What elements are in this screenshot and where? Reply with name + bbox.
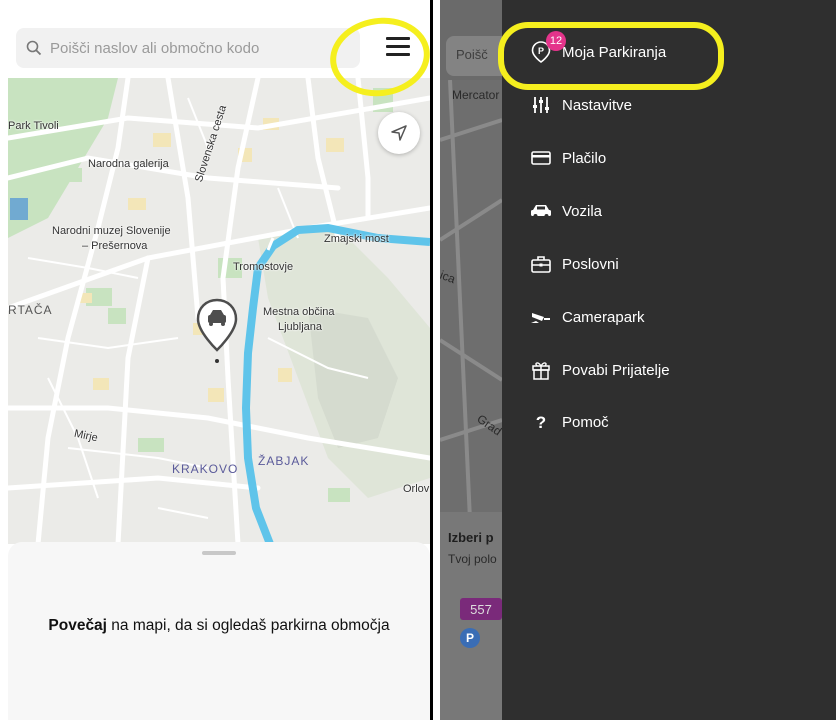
menu-label-povabi-prijatelje: Povabi Prijatelje bbox=[562, 361, 670, 379]
menu-label-camerapark: Camerapark bbox=[562, 308, 645, 326]
city-map[interactable]: Park Tivoli Narodna galerija Slovenska c… bbox=[8, 78, 430, 544]
menu-item-placilo[interactable]: Plačilo bbox=[530, 142, 606, 174]
sheet-drag-handle[interactable] bbox=[202, 551, 236, 555]
car-icon bbox=[530, 200, 552, 222]
background-zone-badge: 557 bbox=[460, 598, 502, 620]
svg-text:?: ? bbox=[536, 413, 546, 432]
background-parking-icon: P bbox=[460, 628, 480, 648]
menu-item-povabi-prijatelje[interactable]: Povabi Prijatelje bbox=[530, 354, 670, 386]
menu-item-pomoc[interactable]: ? Pomoč bbox=[530, 406, 609, 438]
camera-icon bbox=[530, 306, 552, 328]
background-p-letter: P bbox=[465, 631, 474, 645]
svg-text:P: P bbox=[538, 46, 544, 56]
briefcase-icon bbox=[530, 253, 552, 275]
map-label-tromostovje: Tromostovje bbox=[233, 261, 294, 273]
zoom-hint-text: Povečaj na mapi, da si ogledaš parkirna … bbox=[48, 616, 390, 636]
map-label-narodni-muzej: Narodni muzej Slovenije bbox=[52, 225, 171, 237]
menu-item-nastavitve[interactable]: Nastavitve bbox=[530, 89, 632, 121]
right-screen: Poišč Mercator ica Grad Izberi p Tvoj po… bbox=[440, 0, 836, 720]
help-icon: ? bbox=[530, 411, 552, 433]
side-menu-drawer[interactable]: P Moja Parkiranja Nastavitve Plačilo Voz… bbox=[498, 0, 836, 720]
locate-me-button[interactable] bbox=[378, 112, 420, 154]
search-icon bbox=[26, 40, 42, 56]
screen-divider bbox=[430, 0, 433, 720]
menu-label-placilo: Plačilo bbox=[562, 149, 607, 167]
menu-label-vozila: Vozila bbox=[562, 202, 603, 220]
menu-hamburger-icon[interactable] bbox=[386, 34, 412, 60]
map-label-narodna-galerija: Narodna galerija bbox=[88, 158, 169, 170]
zoom-hint-rest: na mapi, da si ogledaš parkirna območja bbox=[107, 617, 390, 634]
menu-item-poslovni[interactable]: Poslovni bbox=[530, 248, 619, 280]
menu-label-moja-parkiranja: Moja Parkiranja bbox=[562, 43, 667, 61]
background-map bbox=[440, 80, 502, 520]
notification-badge: 12 bbox=[546, 31, 566, 51]
left-screen: Park Tivoli Narodna galerija Slovenska c… bbox=[0, 0, 430, 720]
car-location-pin-icon[interactable] bbox=[196, 298, 238, 364]
gift-icon bbox=[530, 359, 552, 381]
credit-card-icon bbox=[530, 147, 552, 169]
menu-label-pomoc: Pomoč bbox=[562, 413, 609, 431]
background-search-text: Poišč bbox=[456, 47, 488, 62]
map-label-park-tivoli: Park Tivoli bbox=[8, 120, 59, 132]
map-label-zmajski-most: Zmajski most bbox=[324, 233, 389, 245]
navigation-arrow-icon bbox=[391, 125, 407, 141]
map-label-zabjak: ŽABJAK bbox=[258, 454, 310, 468]
bottom-sheet[interactable]: Povečaj na mapi, da si ogledaš parkirna … bbox=[8, 542, 430, 720]
background-zone-code: 557 bbox=[470, 601, 492, 617]
map-label-mestna-obcina: Mestna občina bbox=[263, 306, 335, 318]
menu-label-poslovni: Poslovni bbox=[562, 255, 619, 273]
background-izberi: Izberi p bbox=[448, 530, 494, 545]
map-label-krakovo: KRAKOVO bbox=[172, 462, 239, 476]
search-input[interactable] bbox=[48, 38, 352, 58]
background-label-mercator: Mercator bbox=[452, 88, 500, 102]
zoom-hint-bold: Povečaj bbox=[48, 617, 107, 634]
map-label-orlov: Orlov bbox=[403, 483, 430, 495]
map-label-presernova: – Prešernova bbox=[82, 240, 148, 252]
menu-item-vozila[interactable]: Vozila bbox=[530, 195, 602, 227]
settings-sliders-icon bbox=[530, 94, 552, 116]
search-bar[interactable] bbox=[16, 28, 360, 68]
map-label-ljubljana: Ljubljana bbox=[278, 321, 323, 333]
menu-item-camerapark[interactable]: Camerapark bbox=[530, 301, 645, 333]
map-label-rtaca: RTAČA bbox=[8, 303, 53, 317]
background-tvoj: Tvoj polo bbox=[448, 552, 497, 566]
menu-label-nastavitve: Nastavitve bbox=[562, 96, 633, 114]
